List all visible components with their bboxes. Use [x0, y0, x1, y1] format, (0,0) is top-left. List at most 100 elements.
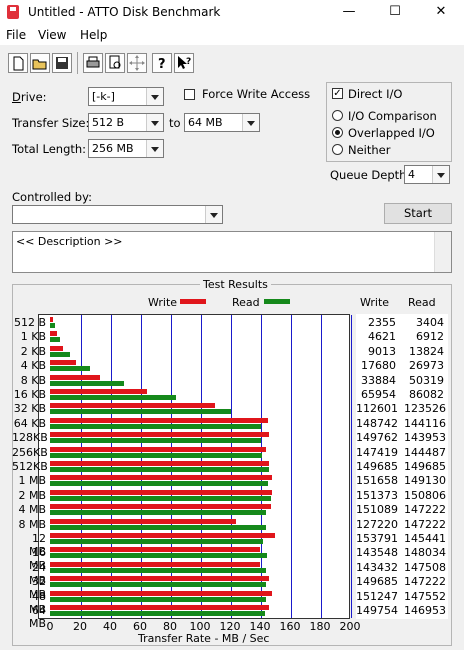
read-bar — [50, 596, 267, 602]
description-scrollbar[interactable] — [434, 232, 451, 272]
print-preview-icon[interactable] — [105, 53, 125, 73]
write-value: 151658 — [356, 474, 398, 488]
queue-depth-value: 4 — [408, 168, 415, 181]
write-column-header: Write — [360, 296, 390, 309]
help-icon[interactable]: ? — [152, 53, 172, 73]
io-comparison-radio[interactable] — [332, 110, 343, 121]
write-bar — [50, 504, 272, 510]
transfer-to-value: 64 MB — [188, 116, 223, 129]
chevron-down-icon — [242, 114, 259, 131]
read-bar — [50, 567, 267, 573]
chevron-down-icon — [146, 140, 163, 157]
write-bar — [50, 345, 64, 351]
write-value: 149762 — [356, 431, 398, 445]
menu-bar: File View Help — [0, 25, 464, 46]
menu-view[interactable]: View — [38, 28, 66, 42]
read-value: 149685 — [404, 460, 446, 473]
write-value: 127220 — [356, 517, 398, 531]
menu-file[interactable]: File — [6, 28, 26, 42]
legend-read-swatch — [264, 299, 290, 304]
write-value: 2355 — [368, 316, 396, 329]
write-value: 143432 — [356, 560, 398, 574]
close-button[interactable]: ✕ — [418, 0, 464, 25]
io-comparison-label: I/O Comparison — [348, 109, 437, 123]
description-box[interactable]: << Description >> — [12, 231, 452, 273]
write-value: 65954 — [361, 388, 396, 401]
queue-depth-label: Queue Depth: — [330, 168, 411, 182]
window-title: Untitled - ATTO Disk Benchmark — [28, 5, 221, 19]
transfer-size-label: Transfer Size: — [12, 116, 90, 130]
row-label: 32 KB — [13, 402, 46, 416]
write-bar — [50, 576, 270, 582]
read-value: 147222 — [404, 503, 446, 517]
gridline — [291, 315, 292, 618]
write-value: 149685 — [356, 460, 398, 473]
read-value: 147222 — [404, 575, 446, 589]
total-length-select[interactable]: 256 MB — [88, 139, 164, 158]
transfer-from-value: 512 B — [92, 116, 125, 129]
minimize-button[interactable]: — — [326, 0, 372, 25]
move-icon[interactable] — [127, 53, 147, 73]
force-write-checkbox[interactable] — [184, 89, 195, 100]
row-label: 256KB — [12, 445, 48, 459]
queue-depth-select[interactable]: 4 — [404, 165, 450, 184]
svg-text:?: ? — [158, 57, 166, 72]
read-value: 3404 — [416, 316, 444, 329]
row-label: 2 MB — [18, 488, 46, 502]
legend-read-label: Read — [232, 296, 260, 309]
write-value: 148742 — [356, 416, 398, 430]
row-label: 512KB — [12, 460, 48, 473]
read-value: 146953 — [404, 604, 446, 617]
write-bar — [50, 360, 76, 366]
read-bar — [50, 409, 231, 415]
read-bar — [50, 395, 177, 400]
row-label: 64 KB — [13, 416, 46, 430]
write-bar — [50, 432, 270, 438]
transfer-size-from-select[interactable]: 512 B — [88, 113, 164, 132]
read-bar — [50, 481, 269, 487]
title-bar: Untitled - ATTO Disk Benchmark — ☐ ✕ — [0, 0, 464, 25]
row-label: 8 MB — [18, 517, 46, 531]
read-value: 149130 — [404, 474, 446, 488]
row-label: 1 KB — [20, 330, 46, 344]
write-value: 17680 — [361, 359, 396, 373]
start-button[interactable]: Start — [384, 203, 452, 224]
chevron-down-icon — [146, 88, 163, 105]
menu-help[interactable]: Help — [80, 28, 107, 42]
write-bar — [50, 389, 147, 394]
read-value: 150806 — [404, 488, 446, 502]
maximize-button[interactable]: ☐ — [372, 0, 418, 25]
write-value: 149754 — [356, 604, 398, 617]
new-file-icon[interactable] — [8, 53, 28, 73]
read-bar — [50, 611, 266, 616]
write-value: 143548 — [356, 546, 398, 560]
total-length-label: Total Length: — [12, 142, 87, 156]
neither-radio[interactable] — [332, 144, 343, 155]
read-bar — [50, 423, 262, 429]
open-folder-icon[interactable] — [30, 53, 50, 73]
read-value: 147508 — [404, 560, 446, 574]
overlapped-io-radio[interactable] — [332, 127, 343, 138]
write-value: 151089 — [356, 503, 398, 517]
write-bar — [50, 475, 273, 481]
x-axis-label: Transfer Rate - MB / Sec — [138, 632, 270, 645]
row-label: 16 KB — [13, 388, 46, 401]
read-bar — [50, 467, 270, 472]
controlled-by-select[interactable] — [12, 205, 223, 224]
write-bar — [50, 605, 270, 610]
overlapped-io-label: Overlapped I/O — [348, 126, 435, 140]
description-text: << Description >> — [16, 235, 123, 248]
drive-select[interactable]: [-k-] — [88, 87, 164, 106]
legend-write-swatch — [180, 299, 206, 304]
print-icon[interactable] — [83, 53, 103, 73]
neither-label: Neither — [348, 143, 391, 157]
x-tick-label: 20 — [73, 620, 87, 633]
write-value: 9013 — [368, 344, 396, 358]
read-bar — [50, 438, 261, 444]
save-icon[interactable] — [52, 53, 72, 73]
write-bar — [50, 518, 237, 524]
read-value: 143953 — [404, 431, 446, 445]
context-help-icon[interactable]: ? — [174, 53, 194, 73]
transfer-size-to-select[interactable]: 64 MB — [184, 113, 260, 132]
row-label: 128KB — [12, 431, 48, 445]
